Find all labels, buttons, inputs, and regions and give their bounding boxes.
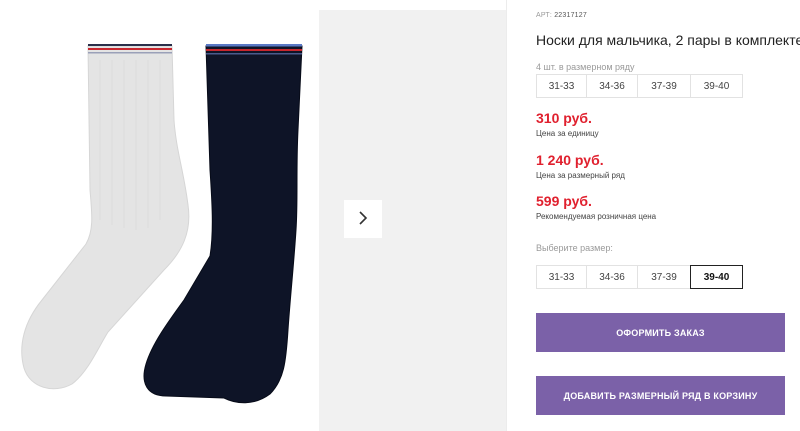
size-picker-label: Выберите размер: <box>536 243 613 253</box>
product-title: Носки для мальчика, 2 пары в комплекте <box>536 32 800 48</box>
size-option-39-40[interactable]: 39-40 <box>690 265 743 289</box>
pack-price: 1 240 руб. <box>536 152 604 168</box>
pack-size-chip: 39-40 <box>690 74 743 98</box>
size-option-34-36[interactable]: 34-36 <box>586 265 638 289</box>
product-gallery <box>0 0 506 431</box>
pack-size-chip: 34-36 <box>586 74 638 98</box>
chevron-right-icon <box>357 210 369 229</box>
retail-price: 599 руб. <box>536 193 592 209</box>
retail-price-label: Рекомендуемая розничная цена <box>536 212 657 221</box>
size-option-31-33[interactable]: 31-33 <box>536 265 587 289</box>
pack-size-chip: 37-39 <box>637 74 691 98</box>
product-photo <box>0 0 319 431</box>
unit-price-label: Цена за единицу <box>536 129 599 138</box>
pack-note: 4 шт. в размерном ряду <box>536 62 635 72</box>
article-prefix: АРТ: <box>536 12 553 19</box>
socks-image <box>21 44 303 404</box>
product-page: АРТ: 22317127 Носки для мальчика, 2 пары… <box>0 0 800 431</box>
gallery-next-button[interactable] <box>344 200 382 238</box>
pack-size-list: 31-33 34-36 37-39 39-40 <box>536 74 743 98</box>
size-option-37-39[interactable]: 37-39 <box>637 265 691 289</box>
unit-price: 310 руб. <box>536 110 592 126</box>
size-picker: 31-33 34-36 37-39 39-40 <box>536 265 743 289</box>
order-button[interactable]: Оформить заказ <box>536 313 785 352</box>
article-number: АРТ: 22317127 <box>536 12 587 19</box>
add-to-cart-button[interactable]: Добавить размерный ряд в корзину <box>536 376 785 415</box>
article-value: 22317127 <box>554 12 587 19</box>
divider <box>506 0 507 431</box>
pack-price-label: Цена за размерный ряд <box>536 171 625 180</box>
pack-size-chip: 31-33 <box>536 74 587 98</box>
